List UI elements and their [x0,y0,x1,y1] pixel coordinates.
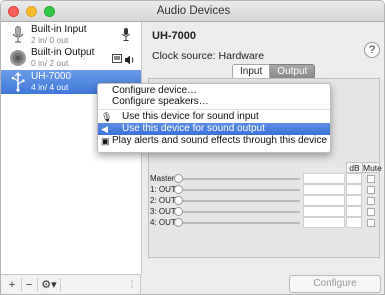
input-output-tabs: Input Output [232,64,316,79]
table-row: Master [148,173,380,184]
menu-item-play-alerts[interactable]: ▣ Play alerts and sound effects through … [98,135,330,147]
volume-slider-track[interactable] [180,222,300,224]
menu-item-label: Configure speakers… [112,96,209,107]
configure-speakers-button[interactable]: Configure Speakers… [289,275,381,293]
mute-checkbox[interactable] [367,219,375,227]
db-value-field[interactable] [346,195,362,206]
device-item-built-in-input[interactable]: Built-in Input 2 in/ 0 out [1,23,141,47]
audio-devices-window: Audio Devices Built-in Input 2 in/ 0 out [0,0,385,295]
help-button[interactable]: ? [364,42,380,58]
channel-label: Master [150,174,175,183]
remove-device-button[interactable]: − [21,278,36,292]
tab-input[interactable]: Input [232,64,271,79]
menu-item-label: Use this device for sound input [122,111,259,122]
device-list-toolbar: + − ⚙▾ ⁞ [1,274,141,294]
device-name: Built-in Output [31,47,95,58]
volume-slider-knob[interactable] [174,196,183,205]
mute-checkbox[interactable] [367,175,375,183]
db-value-field[interactable] [346,184,362,195]
volume-slider-knob[interactable] [174,207,183,216]
table-row: 1: OUT 1 [148,184,380,195]
device-name: UH-7000 [31,71,72,82]
volume-slider-track[interactable] [180,178,300,180]
device-channels: 2 in/ 0 out [31,35,69,45]
mute-checkbox[interactable] [367,208,375,216]
volume-slider-knob[interactable] [174,185,183,194]
table-row: 3: OUT 3 [148,206,380,217]
default-output-speaker-icon [112,54,134,65]
menu-item-use-for-input[interactable]: 🎙 Use this device for sound input [98,111,330,123]
add-device-button[interactable]: + [5,278,19,292]
column-header-db: dB [346,162,363,173]
device-channels: 4 in/ 4 out [31,82,69,92]
resize-handle-icon[interactable]: ⁞ [129,278,135,292]
menu-item-configure-speakers[interactable]: Configure speakers… [98,96,330,108]
window-title: Audio Devices [156,5,231,17]
tab-output[interactable]: Output [270,64,316,79]
device-title: UH-7000 [152,30,197,42]
volume-value-field[interactable] [303,173,345,184]
volume-slider-track[interactable] [180,189,300,191]
usb-icon [11,72,25,92]
volume-slider-track[interactable] [180,211,300,213]
table-row: 2: OUT 2 [148,195,380,206]
speaker-icon [10,50,26,66]
device-name: Built-in Input [31,24,87,35]
mute-checkbox[interactable] [367,197,375,205]
clock-source-label: Clock source: Hardware [152,50,265,62]
microphone-icon: 🎙 [101,112,113,122]
default-input-microphone-icon [122,28,130,41]
menu-item-use-for-output[interactable]: ◀ Use this device for sound output [98,123,330,135]
speaker-icon: ◀ [101,124,108,134]
device-context-menu: Configure device… Configure speakers… 🎙 … [97,83,331,153]
microphone-icon [12,26,24,43]
volume-slider-track[interactable] [180,200,300,202]
volume-value-field[interactable] [303,206,345,217]
column-header-mute: Mute [362,162,382,173]
device-detail-pane: UH-7000 Clock source: Hardware ? Input O… [142,22,384,294]
title-bar[interactable]: Audio Devices [1,1,384,22]
volume-slider-knob[interactable] [174,218,183,227]
gear-menu-button[interactable]: ⚙▾ [37,278,61,292]
volume-table: dB Mute Master 1: OUT 1 2: OUT 2 3: OUT … [148,162,382,262]
alert-speaker-icon: ▣ [101,136,110,146]
device-channels: 0 in/ 2 out [31,58,69,68]
menu-item-label: Use this device for sound output [122,123,265,134]
mute-checkbox[interactable] [367,186,375,194]
db-value-field[interactable] [346,206,362,217]
db-value-field[interactable] [346,217,362,228]
volume-value-field[interactable] [303,217,345,228]
volume-value-field[interactable] [303,184,345,195]
device-item-built-in-output[interactable]: Built-in Output 0 in/ 2 out [1,46,141,70]
menu-separator [98,109,330,110]
table-row: 4: OUT 4 [148,217,380,228]
db-value-field[interactable] [346,173,362,184]
volume-slider-knob[interactable] [174,174,183,183]
volume-value-field[interactable] [303,195,345,206]
menu-item-label: Play alerts and sound effects through th… [112,135,327,146]
